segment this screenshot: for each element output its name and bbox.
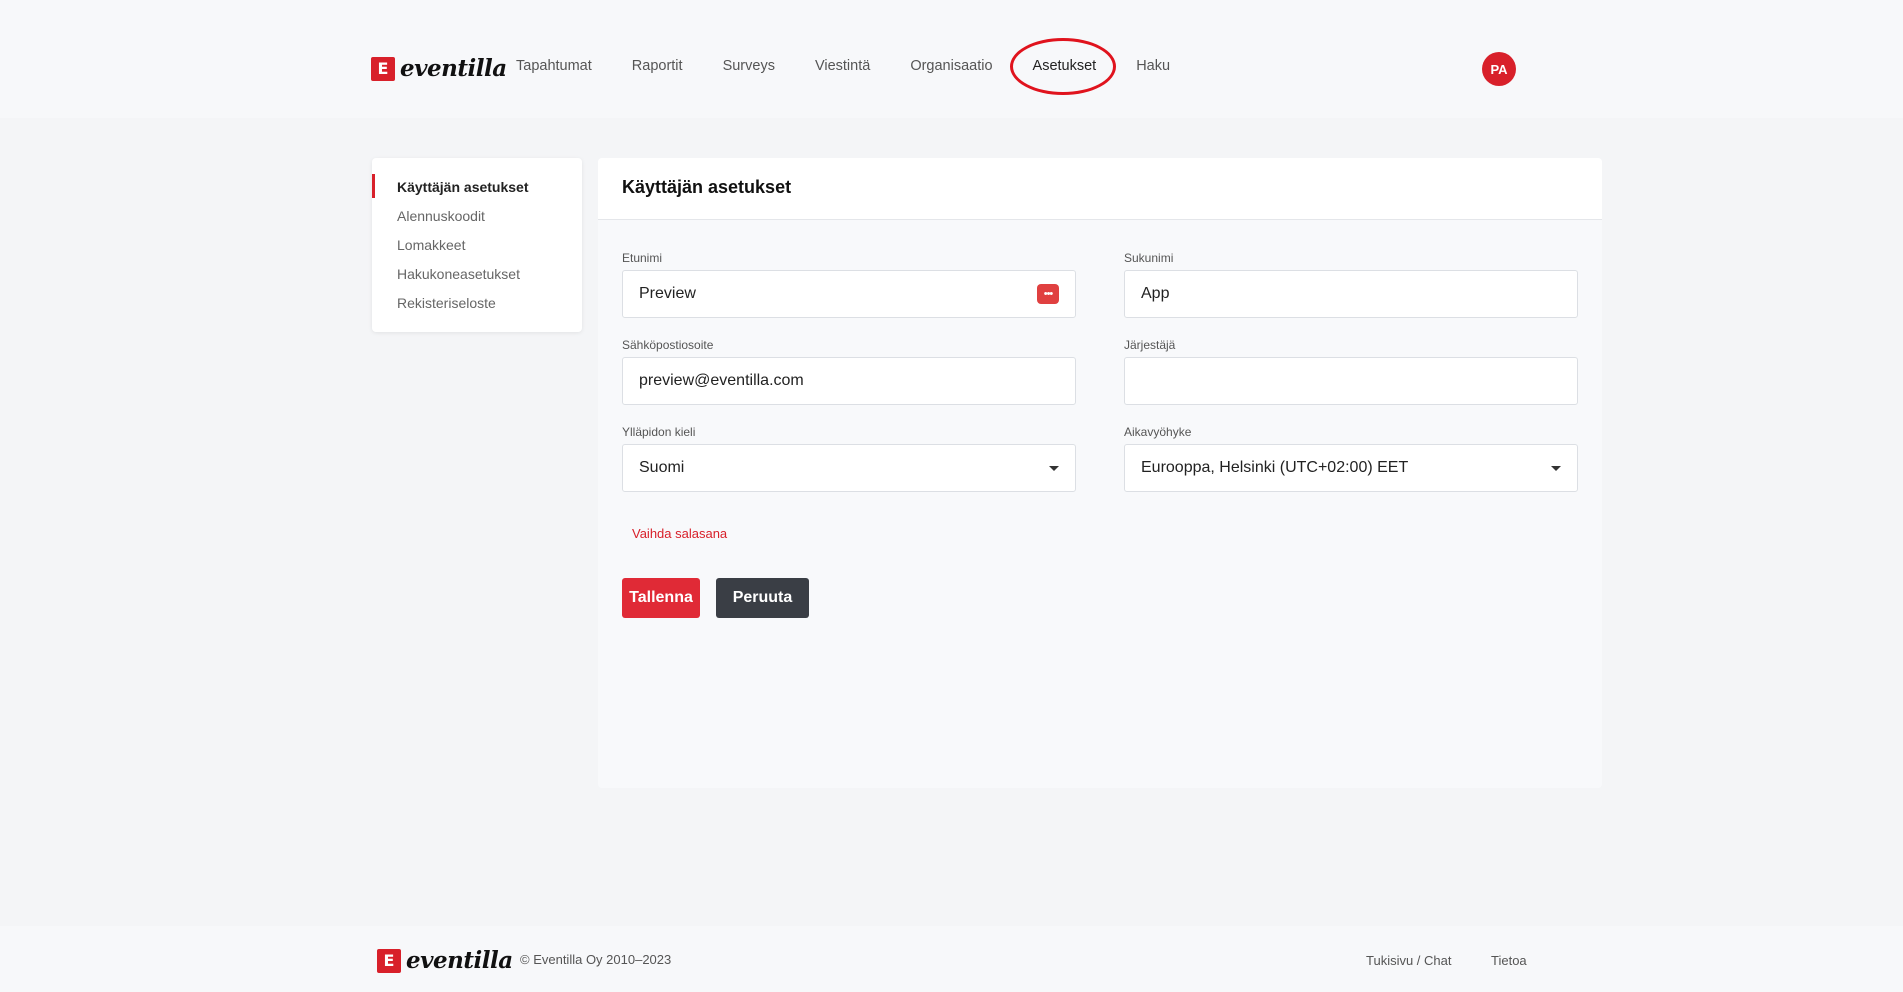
about-link[interactable]: Tietoa: [1491, 953, 1527, 968]
user-settings-card: Käyttäjän asetukset Etunimi Preview ••• …: [598, 158, 1602, 788]
logo-mark-icon: E: [371, 56, 395, 81]
language-label: Ylläpidon kieli: [622, 425, 696, 439]
email-label: Sähköpostiosoite: [622, 338, 714, 352]
nav-item-viestinta[interactable]: Viestintä: [815, 58, 870, 74]
change-password-link[interactable]: Vaihda salasana: [632, 526, 727, 541]
timezone-label: Aikavyöhyke: [1124, 425, 1192, 439]
eventilla-logo[interactable]: E eventilla: [371, 55, 507, 82]
chevron-down-icon: [1049, 465, 1059, 471]
logo-wordmark: eventilla: [400, 55, 507, 82]
organizer-label: Järjestäjä: [1124, 338, 1176, 352]
page-footer: E eventilla © Eventilla Oy 2010–2023 Tuk…: [0, 926, 1903, 992]
main-nav: Tapahtumat Raportit Surveys Viestintä Or…: [516, 38, 1210, 95]
last-name-input[interactable]: App: [1124, 270, 1578, 318]
first-name-field-group: Etunimi Preview •••: [622, 251, 1076, 318]
nav-item-asetukset-label: Asetukset: [1032, 58, 1097, 74]
save-button[interactable]: Tallenna: [622, 578, 700, 618]
email-input[interactable]: preview@eventilla.com: [622, 357, 1076, 405]
language-select[interactable]: Suomi: [622, 444, 1076, 492]
organizer-input[interactable]: [1124, 357, 1578, 405]
support-link[interactable]: Tukisivu / Chat: [1366, 953, 1452, 968]
first-name-value: Preview: [639, 285, 696, 302]
sidebar-item-rekisteriseloste[interactable]: Rekisteriseloste: [372, 293, 582, 322]
timezone-select[interactable]: Eurooppa, Helsinki (UTC+02:00) EET: [1124, 444, 1578, 492]
cancel-button[interactable]: Peruuta: [716, 578, 809, 618]
nav-item-surveys[interactable]: Surveys: [723, 58, 775, 74]
user-avatar[interactable]: PA: [1482, 52, 1516, 86]
password-manager-icon[interactable]: •••: [1037, 284, 1059, 304]
card-header: Käyttäjän asetukset: [598, 158, 1602, 220]
first-name-label: Etunimi: [622, 251, 663, 265]
logo-mark-icon: E: [377, 948, 401, 973]
settings-sidebar: Käyttäjän asetukset Alennuskoodit Lomakk…: [372, 158, 582, 332]
page-title: Käyttäjän asetukset: [622, 177, 792, 197]
first-name-input[interactable]: Preview •••: [622, 270, 1076, 318]
last-name-label: Sukunimi: [1124, 251, 1174, 265]
nav-item-raportit[interactable]: Raportit: [632, 58, 683, 74]
organizer-field-group: Järjestäjä: [1124, 338, 1578, 405]
logo-wordmark: eventilla: [406, 947, 513, 974]
top-header: E eventilla Tapahtumat Raportit Surveys …: [0, 0, 1903, 118]
copyright-text: © Eventilla Oy 2010–2023: [520, 952, 672, 967]
nav-item-asetukset[interactable]: Asetukset: [1009, 38, 1116, 95]
language-value: Suomi: [639, 459, 685, 476]
email-value: preview@eventilla.com: [639, 372, 804, 389]
nav-item-haku[interactable]: Haku: [1136, 58, 1170, 74]
footer-logo[interactable]: E eventilla: [377, 947, 513, 974]
timezone-field-group: Aikavyöhyke Eurooppa, Helsinki (UTC+02:0…: [1124, 425, 1578, 492]
language-field-group: Ylläpidon kieli Suomi: [622, 425, 1076, 492]
chevron-down-icon: [1551, 465, 1561, 471]
sidebar-item-kayttajan-asetukset[interactable]: Käyttäjän asetukset: [372, 174, 582, 206]
sidebar-item-lomakkeet[interactable]: Lomakkeet: [372, 235, 582, 264]
email-field-group: Sähköpostiosoite preview@eventilla.com: [622, 338, 1076, 405]
timezone-value: Eurooppa, Helsinki (UTC+02:00) EET: [1141, 459, 1409, 476]
nav-item-tapahtumat[interactable]: Tapahtumat: [516, 58, 592, 74]
nav-item-organisaatio[interactable]: Organisaatio: [910, 58, 992, 74]
sidebar-item-hakukoneasetukset[interactable]: Hakukoneasetukset: [372, 264, 582, 293]
last-name-value: App: [1141, 285, 1170, 302]
last-name-field-group: Sukunimi App: [1124, 251, 1578, 318]
sidebar-item-alennuskoodit[interactable]: Alennuskoodit: [372, 206, 582, 235]
